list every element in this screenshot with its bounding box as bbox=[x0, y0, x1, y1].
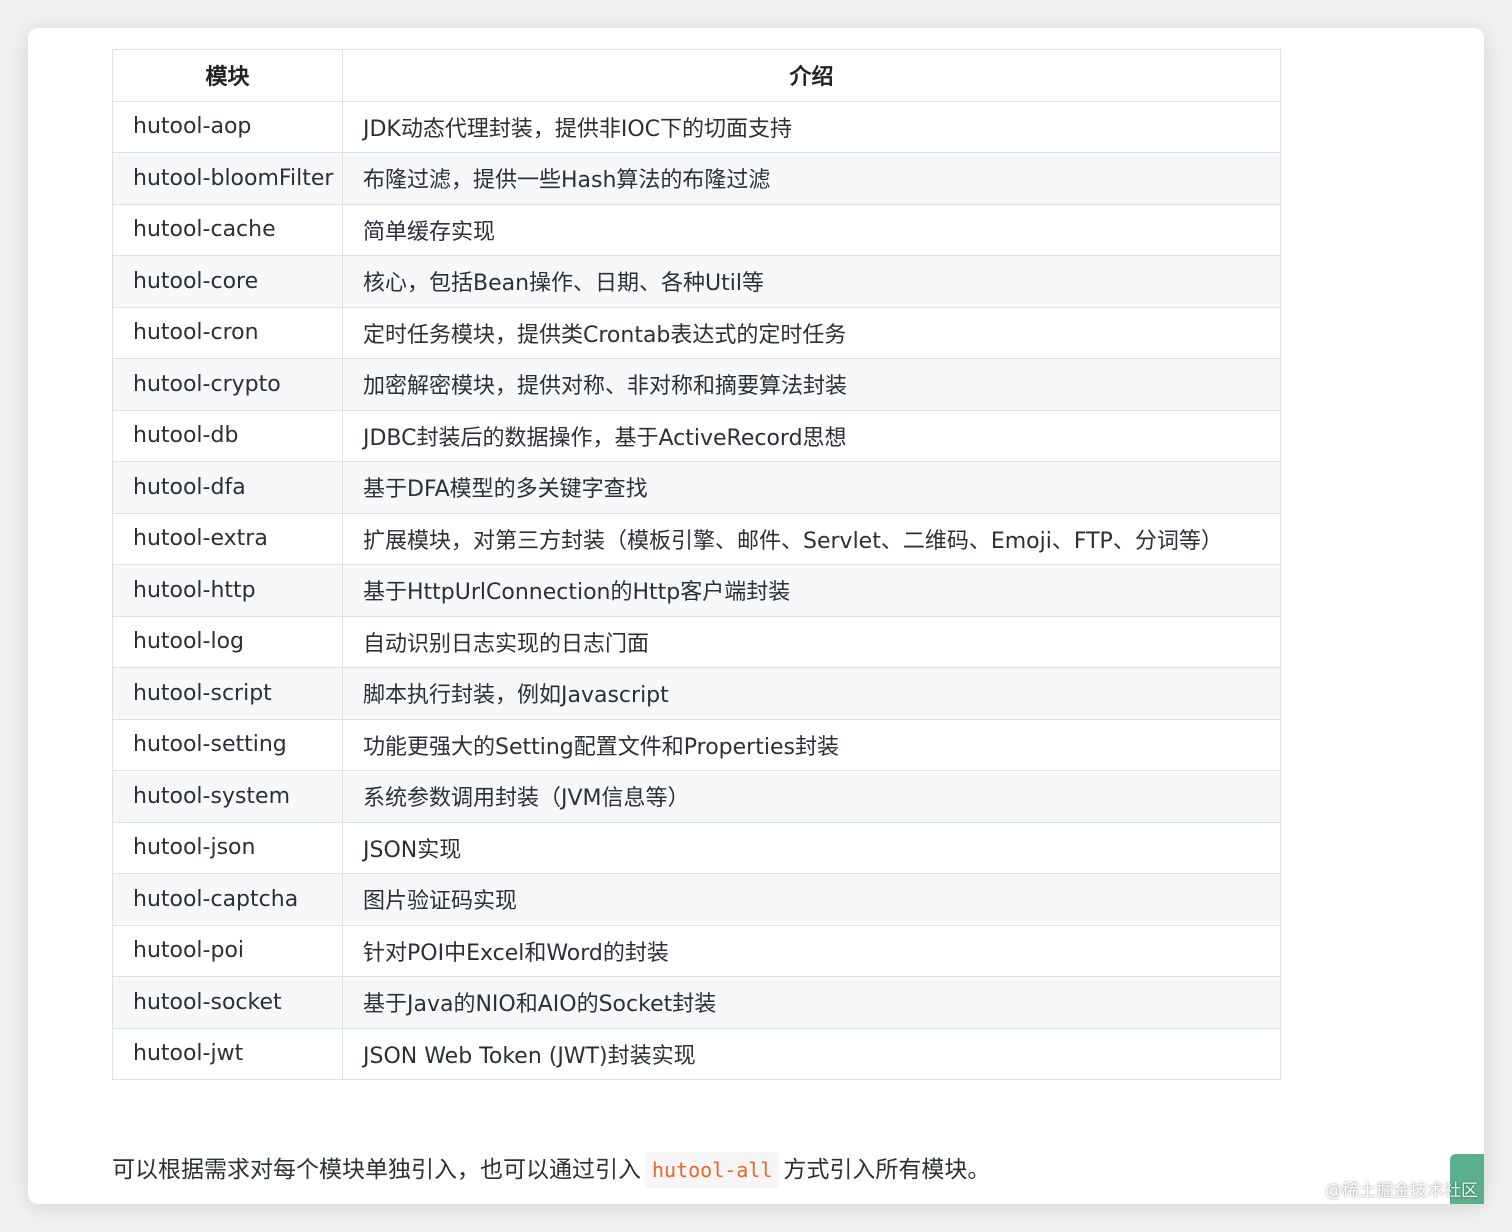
module-description-cell: 基于HttpUrlConnection的Http客户端封装 bbox=[342, 564, 1281, 617]
watermark: @稀土掘金技术社区 bbox=[1325, 1181, 1478, 1201]
table-row: hutool-cache 简单缓存实现 bbox=[112, 203, 1281, 256]
table-row: hutool-script 脚本执行封装，例如Javascript bbox=[112, 667, 1281, 720]
table-row: hutool-json JSON实现 bbox=[112, 821, 1281, 874]
table-row: hutool-bloomFilter 布隆过滤，提供一些Hash算法的布隆过滤 bbox=[112, 152, 1281, 205]
module-description-cell: 简单缓存实现 bbox=[342, 203, 1281, 256]
table-header-row: 模块 介绍 bbox=[112, 49, 1281, 102]
module-name-cell: hutool-poi bbox=[112, 924, 343, 977]
module-name-cell: hutool-core bbox=[112, 255, 343, 308]
module-name-cell: hutool-crypto bbox=[112, 358, 343, 411]
module-name-cell: hutool-setting bbox=[112, 718, 343, 771]
module-description-cell: 基于Java的NIO和AIO的Socket封装 bbox=[342, 976, 1281, 1029]
footer-paragraph: 可以根据需求对每个模块单独引入，也可以通过引入 hutool-all 方式引入所有模… bbox=[112, 1150, 990, 1190]
module-description-cell: 系统参数调用封装（JVM信息等） bbox=[342, 770, 1281, 823]
table-row: hutool-jwt JSON Web Token (JWT)封装实现 bbox=[112, 1027, 1281, 1080]
table-row: hutool-dfa 基于DFA模型的多关键字查找 bbox=[112, 461, 1281, 514]
module-description-cell: 核心，包括Bean操作、日期、各种Util等 bbox=[342, 255, 1281, 308]
table-row: hutool-socket 基于Java的NIO和AIO的Socket封装 bbox=[112, 976, 1281, 1029]
table-row: hutool-setting 功能更强大的Setting配置文件和Properti… bbox=[112, 718, 1281, 771]
table-body: hutool-aop JDK动态代理封装，提供非IOC下的切面支持 hutool-b… bbox=[112, 100, 1281, 1080]
module-description-cell: 定时任务模块，提供类Crontab表达式的定时任务 bbox=[342, 306, 1281, 359]
footer-text-before: 可以根据需求对每个模块单独引入，也可以通过引入 bbox=[112, 1157, 641, 1183]
module-name-cell: hutool-dfa bbox=[112, 461, 343, 514]
module-name-cell: hutool-db bbox=[112, 409, 343, 462]
module-name-cell: hutool-log bbox=[112, 615, 343, 668]
module-name-cell: hutool-cache bbox=[112, 203, 343, 256]
module-name-cell: hutool-bloomFilter bbox=[112, 152, 343, 205]
module-description-cell: 针对POI中Excel和Word的封装 bbox=[342, 924, 1281, 977]
module-name-cell: hutool-jwt bbox=[112, 1027, 343, 1080]
table-row: hutool-http 基于HttpUrlConnection的Http客户端封装 bbox=[112, 564, 1281, 617]
module-description-cell: 功能更强大的Setting配置文件和Properties封装 bbox=[342, 718, 1281, 771]
module-description-cell: JSON Web Token (JWT)封装实现 bbox=[342, 1027, 1281, 1080]
module-table: 模块 介绍 hutool-aop JDK动态代理封装，提供非IOC下的切面支持 hu… bbox=[112, 49, 1281, 1080]
table-row: hutool-cron 定时任务模块，提供类Crontab表达式的定时任务 bbox=[112, 306, 1281, 359]
header-module: 模块 bbox=[112, 49, 343, 102]
module-description-cell: 布隆过滤，提供一些Hash算法的布隆过滤 bbox=[342, 152, 1281, 205]
table-row: hutool-captcha 图片验证码实现 bbox=[112, 873, 1281, 926]
table-row: hutool-core 核心，包括Bean操作、日期、各种Util等 bbox=[112, 255, 1281, 308]
table-row: hutool-aop JDK动态代理封装，提供非IOC下的切面支持 bbox=[112, 100, 1281, 153]
module-description-cell: 基于DFA模型的多关键字查找 bbox=[342, 461, 1281, 514]
module-name-cell: hutool-captcha bbox=[112, 873, 343, 926]
module-description-cell: 自动识别日志实现的日志门面 bbox=[342, 615, 1281, 668]
table-row: hutool-system 系统参数调用封装（JVM信息等） bbox=[112, 770, 1281, 823]
module-name-cell: hutool-system bbox=[112, 770, 343, 823]
module-name-cell: hutool-cron bbox=[112, 306, 343, 359]
header-description: 介绍 bbox=[342, 49, 1281, 102]
table-row: hutool-extra 扩展模块，对第三方封装（模板引擎、邮件、Servlet、… bbox=[112, 512, 1281, 565]
article-card: 模块 介绍 hutool-aop JDK动态代理封装，提供非IOC下的切面支持 hu… bbox=[28, 28, 1484, 1204]
table-row: hutool-log 自动识别日志实现的日志门面 bbox=[112, 615, 1281, 668]
inline-code-hutool-all: hutool-all bbox=[645, 1152, 780, 1188]
module-description-cell: JDBC封装后的数据操作，基于ActiveRecord思想 bbox=[342, 409, 1281, 462]
module-description-cell: JSON实现 bbox=[342, 821, 1281, 874]
module-description-cell: 扩展模块，对第三方封装（模板引擎、邮件、Servlet、二维码、Emoji、FT… bbox=[342, 512, 1281, 565]
module-description-cell: JDK动态代理封装，提供非IOC下的切面支持 bbox=[342, 100, 1281, 153]
module-name-cell: hutool-extra bbox=[112, 512, 343, 565]
table-row: hutool-db JDBC封装后的数据操作，基于ActiveRecord思想 bbox=[112, 409, 1281, 462]
module-name-cell: hutool-json bbox=[112, 821, 343, 874]
module-name-cell: hutool-script bbox=[112, 667, 343, 720]
module-description-cell: 图片验证码实现 bbox=[342, 873, 1281, 926]
module-description-cell: 加密解密模块，提供对称、非对称和摘要算法封装 bbox=[342, 358, 1281, 411]
footer-text-after: 方式引入所有模块。 bbox=[783, 1157, 991, 1183]
module-name-cell: hutool-http bbox=[112, 564, 343, 617]
module-description-cell: 脚本执行封装，例如Javascript bbox=[342, 667, 1281, 720]
module-name-cell: hutool-aop bbox=[112, 100, 343, 153]
table-row: hutool-crypto 加密解密模块，提供对称、非对称和摘要算法封装 bbox=[112, 358, 1281, 411]
module-name-cell: hutool-socket bbox=[112, 976, 343, 1029]
table-row: hutool-poi 针对POI中Excel和Word的封装 bbox=[112, 924, 1281, 977]
